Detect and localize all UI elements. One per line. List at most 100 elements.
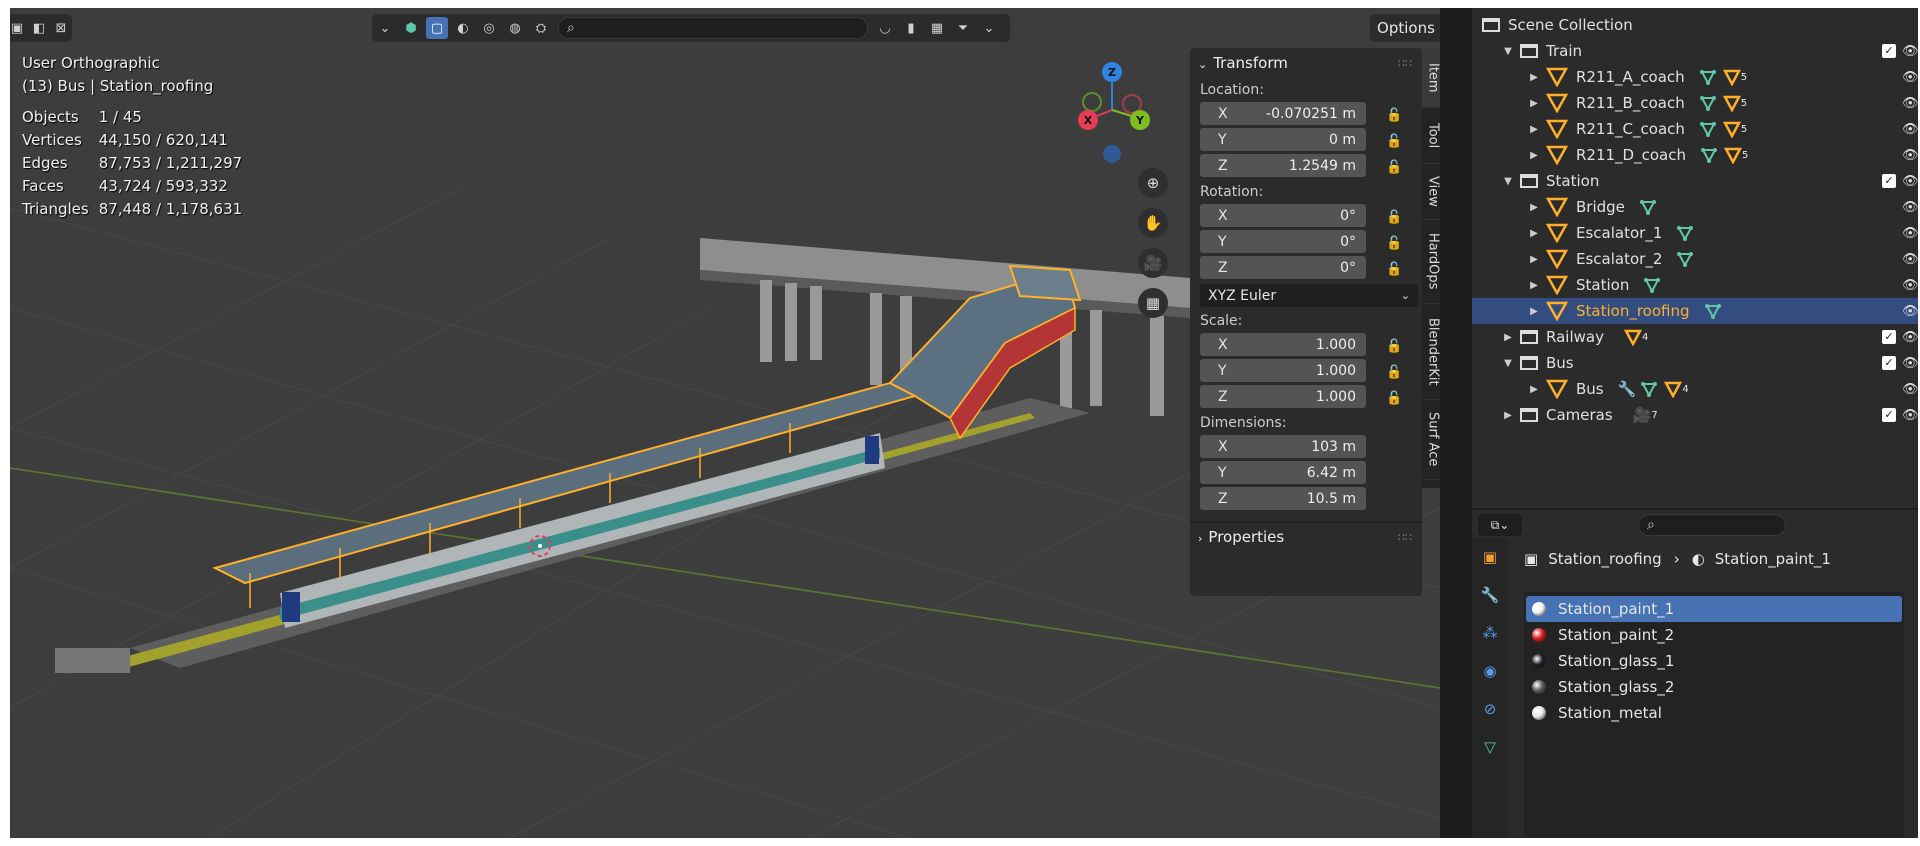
visibility-eye-icon[interactable]: 👁 bbox=[1902, 408, 1918, 423]
dimensions-z-field[interactable]: Z 10.5 m bbox=[1200, 487, 1366, 510]
navigation-gizmo[interactable]: Z X Y bbox=[1070, 56, 1170, 166]
expand-right-icon[interactable]: ▶ bbox=[1528, 202, 1540, 213]
options-dropdown[interactable]: Options ⌄ bbox=[1370, 14, 1440, 42]
data-properties-icon[interactable]: ▽ bbox=[1472, 728, 1508, 766]
lock-icon[interactable]: 🔓 bbox=[1386, 160, 1402, 175]
area-divider[interactable] bbox=[1440, 8, 1472, 838]
filter-icon[interactable]: ⏷ bbox=[952, 17, 974, 39]
location-z-field[interactable]: Z 1.2549 m bbox=[1200, 154, 1366, 177]
expand-right-icon[interactable]: ▶ bbox=[1528, 280, 1540, 291]
outliner-item-children[interactable]: 5 bbox=[1699, 68, 1747, 86]
visibility-eye-icon[interactable]: 👁 bbox=[1902, 356, 1918, 371]
exclude-checkbox[interactable]: ✓ bbox=[1882, 356, 1896, 370]
outliner-collection-row[interactable]: ▼ Bus ✓ 👁 bbox=[1472, 350, 1918, 376]
lock-icon[interactable]: 🔓 bbox=[1386, 236, 1402, 251]
visibility-eye-icon[interactable]: 👁 bbox=[1902, 252, 1918, 267]
outliner-object-row[interactable]: ▶ Station 👁 bbox=[1472, 272, 1918, 298]
outliner-object-row[interactable]: ▶ Escalator_1 👁 bbox=[1472, 220, 1918, 246]
outliner-item-children[interactable]: 4 bbox=[1618, 328, 1648, 346]
particles-properties-icon[interactable]: ⁂ bbox=[1472, 614, 1508, 652]
visibility-eye-icon[interactable]: 👁 bbox=[1902, 226, 1918, 241]
expand-right-icon[interactable]: ▶ bbox=[1528, 228, 1540, 239]
expand-right-icon[interactable]: ▶ bbox=[1528, 150, 1540, 161]
outliner-item-children[interactable] bbox=[1643, 276, 1661, 294]
tab-surf-ace[interactable]: Surf Ace bbox=[1422, 400, 1440, 480]
bookmark-icon[interactable]: ▮ bbox=[900, 17, 922, 39]
overlay-icon[interactable]: ⛭ bbox=[530, 17, 552, 39]
material-slot-row[interactable]: Station_glass_2 bbox=[1526, 674, 1902, 700]
location-y-field[interactable]: Y0 m bbox=[1200, 128, 1366, 151]
location-x-field[interactable]: X -0.070251 m bbox=[1200, 102, 1366, 125]
pan-hand-icon[interactable]: ✋ bbox=[1138, 208, 1168, 238]
3d-viewport[interactable]: ▣ ◧ ⊠ ⌄ ⬢ ▢ ◐ ◎ ◍ ⛭ ⌕ ◡ ▮ ▦ ⏷ ⌄ Options … bbox=[10, 8, 1440, 838]
search-input[interactable]: ⌕ bbox=[558, 17, 868, 39]
dimensions-y-field[interactable]: Y 6.42 m bbox=[1200, 461, 1366, 484]
outliner-object-row[interactable]: ▶ R211_B_coach 5 👁 bbox=[1472, 90, 1918, 116]
outliner-object-row[interactable]: ▶ R211_C_coach 5 👁 bbox=[1472, 116, 1918, 142]
select-extend-icon[interactable]: ◧ bbox=[30, 17, 48, 39]
expand-right-icon[interactable]: ▶ bbox=[1528, 98, 1540, 109]
expand-right-icon[interactable]: ▶ bbox=[1528, 384, 1540, 395]
outliner-item-children[interactable] bbox=[1676, 250, 1694, 268]
curve-icon[interactable]: ◡ bbox=[874, 17, 896, 39]
lock-icon[interactable]: 🔓 bbox=[1386, 365, 1402, 380]
exclude-checkbox[interactable]: ✓ bbox=[1882, 330, 1896, 344]
visibility-eye-icon[interactable]: 👁 bbox=[1902, 44, 1918, 59]
outliner-object-row[interactable]: ▶ Bus 🔧 4 👁 bbox=[1472, 376, 1918, 402]
visibility-eye-icon[interactable]: 👁 bbox=[1902, 174, 1918, 189]
zoom-icon[interactable]: ⊕ bbox=[1138, 168, 1168, 198]
lock-icon[interactable]: 🔓 bbox=[1386, 339, 1402, 354]
gizmo-toggle-icon[interactable]: ⬢ bbox=[400, 17, 422, 39]
tab-blenderkit[interactable]: BlenderKit bbox=[1422, 304, 1440, 400]
outliner-item-children[interactable]: 5 bbox=[1699, 120, 1747, 138]
visibility-eye-icon[interactable]: 👁 bbox=[1902, 304, 1918, 319]
expand-right-icon[interactable]: ▶ bbox=[1502, 332, 1514, 343]
drag-handle-icon[interactable]: ∷∷ bbox=[1398, 531, 1412, 544]
material-slot-row[interactable]: Station_metal bbox=[1526, 700, 1902, 726]
lock-icon[interactable]: 🔓 bbox=[1386, 134, 1402, 149]
tab-view[interactable]: View bbox=[1422, 164, 1440, 220]
outliner-collection-row[interactable]: ▼ Train ✓ 👁 bbox=[1472, 38, 1918, 64]
layout-dropdown-icon[interactable]: ▦ bbox=[926, 17, 948, 39]
expand-right-icon[interactable]: ▶ bbox=[1528, 306, 1540, 317]
scene-collection-row[interactable]: Scene Collection bbox=[1472, 12, 1918, 38]
rotation-z-field[interactable]: Z 0° bbox=[1200, 256, 1366, 279]
object-properties-icon[interactable]: ▣ bbox=[1472, 538, 1508, 576]
tab-hardops[interactable]: HardOps bbox=[1422, 220, 1440, 304]
expand-down-icon[interactable]: ▼ bbox=[1502, 176, 1514, 187]
material-shading-icon[interactable]: ◎ bbox=[478, 17, 500, 39]
outliner-object-row[interactable]: ▶ Bridge 👁 bbox=[1472, 194, 1918, 220]
camera-view-icon[interactable]: 🎥 bbox=[1138, 248, 1168, 278]
outliner-object-row[interactable]: ▶ R211_A_coach 5 👁 bbox=[1472, 64, 1918, 90]
wireframe-toggle-icon[interactable]: ▢ bbox=[426, 17, 448, 39]
properties-search-input[interactable]: ⌕ bbox=[1638, 514, 1786, 536]
outliner-item-children[interactable]: 5 bbox=[1699, 94, 1747, 112]
scale-x-field[interactable]: X 1.000 bbox=[1200, 333, 1366, 356]
outliner-item-children[interactable] bbox=[1639, 198, 1657, 216]
rotation-y-field[interactable]: Y 0° bbox=[1200, 230, 1366, 253]
material-slot-row[interactable]: Station_paint_2 bbox=[1526, 622, 1902, 648]
outliner-item-children[interactable]: 5 bbox=[1700, 146, 1748, 164]
material-slot-row[interactable]: Station_glass_1 bbox=[1526, 648, 1902, 674]
chevron-down-icon[interactable]: ⌄ bbox=[978, 17, 1000, 39]
modifier-properties-icon[interactable]: 🔧 bbox=[1472, 576, 1508, 614]
visibility-eye-icon[interactable]: 👁 bbox=[1902, 200, 1918, 215]
visibility-eye-icon[interactable]: 👁 bbox=[1902, 70, 1918, 85]
outliner-item-children[interactable] bbox=[1704, 302, 1722, 320]
lock-icon[interactable]: 🔓 bbox=[1386, 210, 1402, 225]
tab-item[interactable]: Item bbox=[1422, 48, 1440, 108]
expand-right-icon[interactable]: ▶ bbox=[1528, 254, 1540, 265]
select-box-icon[interactable]: ▣ bbox=[10, 17, 26, 39]
tab-tool[interactable]: Tool bbox=[1422, 108, 1440, 164]
solid-shading-icon[interactable]: ◐ bbox=[452, 17, 474, 39]
outliner-collection-row[interactable]: ▶ Railway 4 ✓ 👁 bbox=[1472, 324, 1918, 350]
outliner-item-children[interactable]: 🔧 4 bbox=[1618, 380, 1689, 398]
ortho-grid-icon[interactable]: ▦ bbox=[1138, 288, 1168, 318]
scale-z-field[interactable]: Z 1.000 bbox=[1200, 385, 1366, 408]
visibility-eye-icon[interactable]: 👁 bbox=[1902, 330, 1918, 345]
expand-down-icon[interactable]: ▼ bbox=[1502, 46, 1514, 57]
dimensions-x-field[interactable]: X 103 m bbox=[1200, 435, 1366, 458]
visibility-eye-icon[interactable]: 👁 bbox=[1902, 96, 1918, 111]
visibility-eye-icon[interactable]: 👁 bbox=[1902, 122, 1918, 137]
drag-handle-icon[interactable]: ∷∷ bbox=[1398, 57, 1412, 70]
